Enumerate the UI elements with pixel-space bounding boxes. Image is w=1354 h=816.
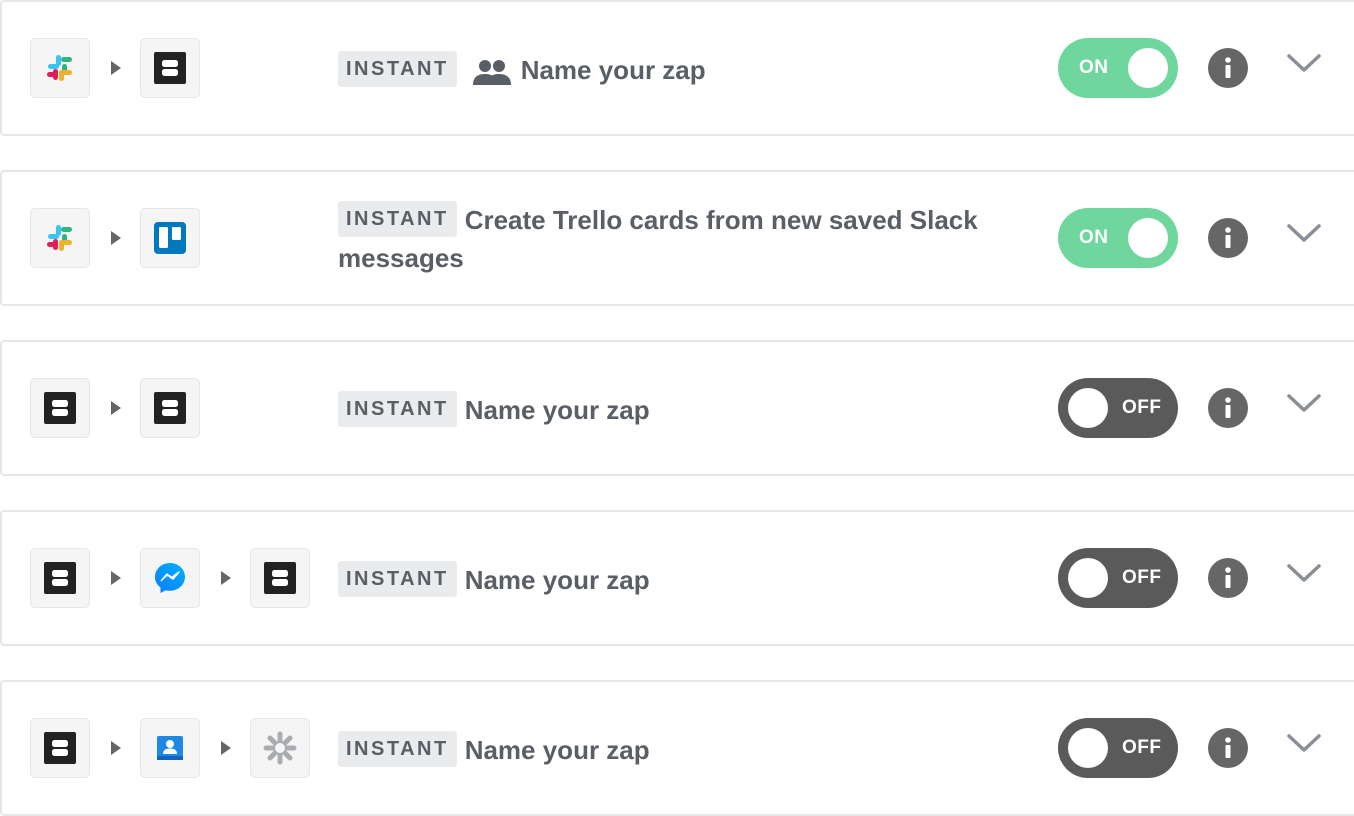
instant-badge: INSTANT xyxy=(338,731,457,767)
zap-toggle[interactable]: OFF xyxy=(1058,378,1178,438)
zap-title-area: INSTANT Name your zap xyxy=(338,561,1028,599)
toggle-knob xyxy=(1128,48,1168,88)
toggle-knob xyxy=(1068,728,1108,768)
chevron-down-icon[interactable] xyxy=(1286,222,1322,249)
info-icon[interactable] xyxy=(1208,48,1248,88)
zap-title[interactable]: Name your zap xyxy=(465,395,650,425)
trello-app-icon xyxy=(140,208,200,268)
info-icon[interactable] xyxy=(1208,558,1248,598)
info-icon[interactable] xyxy=(1208,218,1248,258)
info-icon[interactable] xyxy=(1208,728,1248,768)
play-arrow-icon xyxy=(111,401,121,415)
instant-badge: INSTANT xyxy=(338,391,457,427)
info-icon[interactable] xyxy=(1208,388,1248,428)
zap-title-area: INSTANT Name your zap xyxy=(338,391,1028,429)
toggle-knob xyxy=(1128,218,1168,258)
instant-badge: INSTANT xyxy=(338,51,457,87)
play-arrow-icon xyxy=(111,741,121,755)
instant-badge: INSTANT xyxy=(338,201,457,237)
storage-app-icon xyxy=(140,378,200,438)
play-arrow-icon xyxy=(111,61,121,75)
toggle-label: OFF xyxy=(1122,567,1162,588)
zap-title-area: INSTANT Name your zap xyxy=(338,51,1028,95)
storage-app-icon xyxy=(250,548,310,608)
chevron-down-icon[interactable] xyxy=(1286,52,1322,79)
storage-app-icon xyxy=(30,718,90,778)
play-arrow-icon xyxy=(111,571,121,585)
people-icon xyxy=(472,57,511,95)
toggle-knob xyxy=(1068,388,1108,428)
chevron-down-icon[interactable] xyxy=(1286,392,1322,419)
slack-app-icon xyxy=(30,38,90,98)
toggle-label: OFF xyxy=(1122,397,1162,418)
zap-title-area: INSTANT Name your zap xyxy=(338,731,1028,769)
zap-toggle[interactable]: OFF xyxy=(1058,548,1178,608)
play-arrow-icon xyxy=(221,571,231,585)
play-arrow-icon xyxy=(111,231,121,245)
zap-row[interactable]: INSTANT Name your zap OFF xyxy=(0,340,1354,476)
messenger-app-icon xyxy=(140,548,200,608)
zap-row[interactable]: INSTANT Name your zap OFF xyxy=(0,680,1354,816)
zap-title-area: INSTANT Create Trello cards from new save… xyxy=(338,201,1028,277)
toggle-label: ON xyxy=(1079,57,1109,78)
chevron-down-icon[interactable] xyxy=(1286,562,1322,589)
zap-title[interactable]: Name your zap xyxy=(521,55,706,85)
instant-badge: INSTANT xyxy=(338,561,457,597)
zap-title[interactable]: Name your zap xyxy=(465,735,650,765)
play-arrow-icon xyxy=(221,741,231,755)
zap-row[interactable]: INSTANT Create Trello cards from new save… xyxy=(0,170,1354,306)
storage-app-icon xyxy=(30,378,90,438)
zap-toggle[interactable]: ON xyxy=(1058,208,1178,268)
zap-row[interactable]: INSTANT Name your zap ON xyxy=(0,0,1354,136)
zap-toggle[interactable]: OFF xyxy=(1058,718,1178,778)
contacts-app-icon xyxy=(140,718,200,778)
toggle-knob xyxy=(1068,558,1108,598)
zap-toggle[interactable]: ON xyxy=(1058,38,1178,98)
chevron-down-icon[interactable] xyxy=(1286,732,1322,759)
zap-row[interactable]: INSTANT Name your zap OFF xyxy=(0,510,1354,646)
settings-app-icon xyxy=(250,718,310,778)
toggle-label: ON xyxy=(1079,227,1109,248)
zap-title[interactable]: Name your zap xyxy=(465,565,650,595)
slack-app-icon xyxy=(30,208,90,268)
storage-app-icon xyxy=(30,548,90,608)
storage-app-icon xyxy=(140,38,200,98)
toggle-label: OFF xyxy=(1122,737,1162,758)
